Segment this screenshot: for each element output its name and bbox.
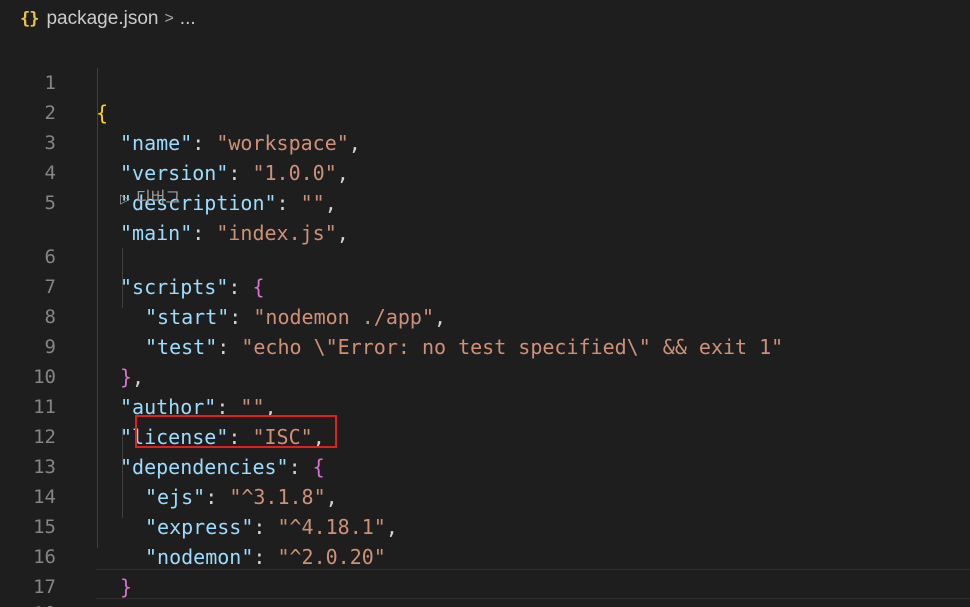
code-line: 10 "author": "", <box>0 332 970 419</box>
breadcrumb-more[interactable]: ... <box>180 8 196 30</box>
code-line: 11 "license": "ISC", <box>0 362 970 449</box>
breadcrumb: {} package.json > ... <box>0 0 970 38</box>
code-line: 14 "express": "^4.18.1", <box>0 452 970 539</box>
code-line: 6 "scripts": { <box>0 212 970 299</box>
code-line: 4 "description": "", <box>0 128 970 215</box>
code-editor[interactable]: {} package.json > ... 1 { 2 "name": "wor… <box>0 0 970 607</box>
code-line: 5 "main": "index.js", <box>0 158 970 245</box>
debug-codelens[interactable]: ▷ 디버그 <box>120 186 180 210</box>
breadcrumb-file[interactable]: package.json <box>46 8 158 30</box>
code-line: 16 } <box>0 512 970 599</box>
json-file-icon: {} <box>20 9 40 29</box>
code-line: 3 "version": "1.0.0", <box>0 98 970 185</box>
line-number: 18 <box>0 599 56 607</box>
code-line: 15 "nodemon": "^2.0.20" <box>0 482 970 569</box>
code-line: 7 "start": "nodemon ./app", <box>0 242 970 329</box>
code-line: 1 { <box>0 38 970 125</box>
code-line: 2 "name": "workspace", <box>0 68 970 155</box>
code-line: 8 "test": "echo \"Error: no test specifi… <box>0 272 970 359</box>
code-line: 18 <box>0 569 970 607</box>
line-content: } <box>96 602 108 607</box>
code-line: 17 } <box>0 542 970 607</box>
code-line: 9 }, <box>0 302 970 389</box>
highlight-annotation-box <box>135 415 337 448</box>
chevron-right-icon: > <box>164 10 174 27</box>
play-icon: ▷ <box>120 192 130 207</box>
debug-codelens-label: 디버그 <box>136 188 181 207</box>
